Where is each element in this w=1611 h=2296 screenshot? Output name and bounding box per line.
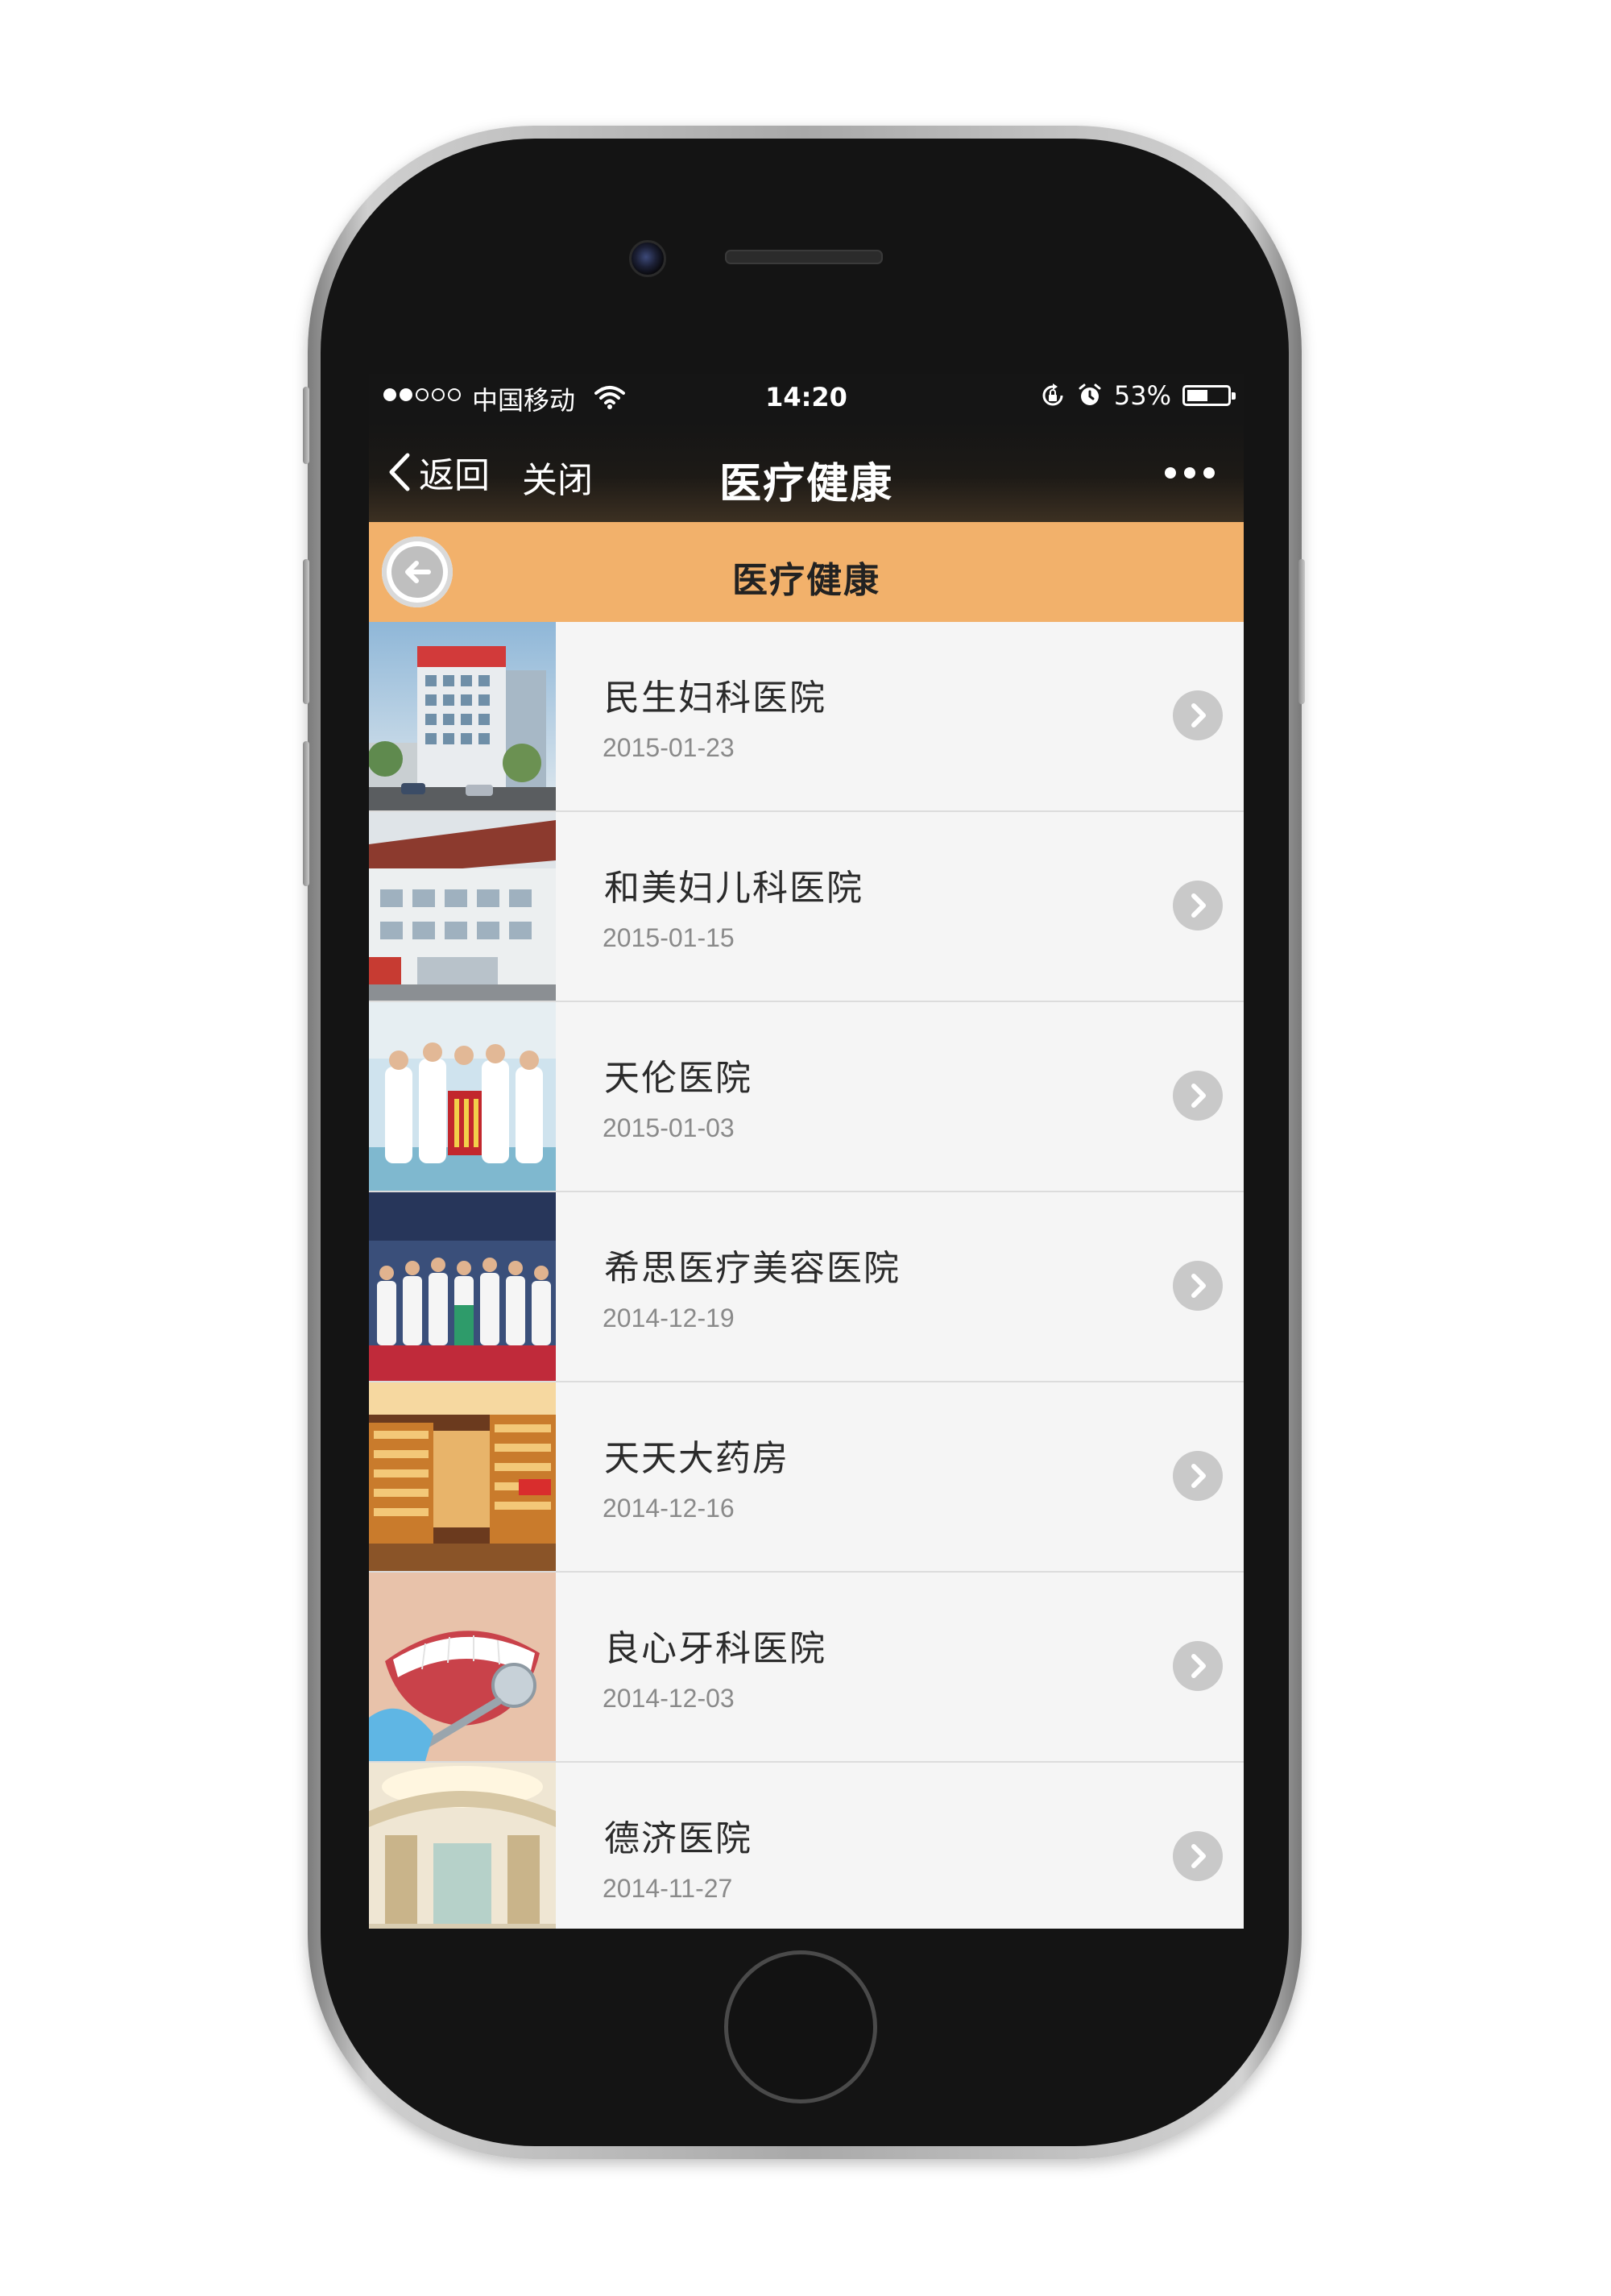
- pharmacy-interior-photo: [369, 1382, 556, 1571]
- item-title: 希思医疗美容医院: [604, 1248, 901, 1289]
- list-item[interactable]: 天伦医院 2015-01-03: [369, 1002, 1244, 1192]
- page: 中国移动 14:20 53% 返回 关闭 医疗健康 医疗健康 民生妇科医院 20…: [0, 0, 1611, 2296]
- front-camera: [629, 240, 666, 277]
- nav-title: 医疗健康: [719, 460, 893, 508]
- rotation-lock-icon: [1042, 383, 1063, 406]
- more-dots-icon[interactable]: [1165, 467, 1215, 479]
- list-item[interactable]: 希思医疗美容医院 2014-12-19: [369, 1192, 1244, 1382]
- nav-back-label: 返回: [419, 455, 490, 496]
- list-item[interactable]: 德济医院 2014-11-27: [369, 1763, 1244, 1929]
- hospital-exterior-photo: [369, 812, 556, 1001]
- item-title: 天伦医院: [604, 1058, 752, 1099]
- item-title: 和美妇儿科医院: [604, 868, 863, 909]
- item-date: 2014-11-27: [603, 1874, 733, 1903]
- item-date: 2015-01-23: [603, 733, 735, 762]
- chevron-right-circle-icon: [1173, 1261, 1223, 1311]
- nav-close-button[interactable]: 关闭: [522, 451, 593, 503]
- doctors-with-banner-photo: [369, 1002, 556, 1191]
- item-title: 良心牙科医院: [604, 1628, 826, 1669]
- back-arrow-circle-icon[interactable]: [382, 537, 453, 607]
- chevron-right-circle-icon: [1173, 1451, 1223, 1501]
- home-button[interactable]: [724, 1950, 877, 2103]
- dental-smile-photo: [369, 1573, 556, 1761]
- mute-switch: [303, 387, 309, 464]
- battery-percent: 53%: [1113, 380, 1171, 411]
- back-chevron-icon: [389, 453, 410, 491]
- item-title: 天天大药房: [604, 1438, 789, 1479]
- chevron-right-circle-icon: [1173, 881, 1223, 930]
- page-header: 医疗健康: [369, 522, 1244, 622]
- screen: 中国移动 14:20 53% 返回 关闭 医疗健康 医疗健康 民生妇科医院 20…: [369, 374, 1244, 1929]
- medical-staff-group-photo: [369, 1192, 556, 1381]
- list-item[interactable]: 良心牙科医院 2014-12-03: [369, 1573, 1244, 1763]
- item-date: 2014-12-03: [603, 1684, 735, 1713]
- list-item[interactable]: 和美妇儿科医院 2015-01-15: [369, 812, 1244, 1002]
- nav-bar: 返回 关闭 医疗健康: [369, 422, 1244, 522]
- hospital-list: 民生妇科医院 2015-01-23 和美妇儿科医院 2015-01-15 天伦医…: [369, 622, 1244, 1929]
- item-date: 2015-01-03: [603, 1113, 735, 1142]
- volume-down-button: [303, 741, 309, 886]
- power-button: [1298, 559, 1305, 704]
- chevron-right-circle-icon: [1173, 690, 1223, 740]
- earpiece-speaker: [725, 250, 883, 264]
- hospital-building-photo: [369, 622, 556, 810]
- item-date: 2014-12-16: [603, 1494, 735, 1523]
- list-item[interactable]: 民生妇科医院 2015-01-23: [369, 622, 1244, 812]
- item-date: 2014-12-19: [603, 1303, 735, 1332]
- volume-up-button: [303, 559, 309, 704]
- item-title: 德济医院: [604, 1818, 752, 1859]
- status-bar: 中国移动 14:20 53%: [369, 374, 1244, 422]
- status-right-group: 53%: [1040, 380, 1236, 411]
- battery-icon: [1182, 385, 1236, 406]
- battery-level-fill: [1187, 390, 1207, 401]
- item-date: 2015-01-15: [603, 923, 735, 952]
- nav-back-button[interactable]: 返回: [387, 446, 490, 498]
- page-header-title: 医疗健康: [732, 560, 880, 601]
- chevron-right-circle-icon: [1173, 1071, 1223, 1121]
- chevron-right-circle-icon: [1173, 1641, 1223, 1691]
- hospital-lobby-photo: [369, 1763, 556, 1929]
- item-title: 民生妇科医院: [604, 678, 826, 719]
- list-item[interactable]: 天天大药房 2014-12-16: [369, 1382, 1244, 1573]
- chevron-right-circle-icon: [1173, 1831, 1223, 1881]
- alarm-icon: [1079, 383, 1101, 405]
